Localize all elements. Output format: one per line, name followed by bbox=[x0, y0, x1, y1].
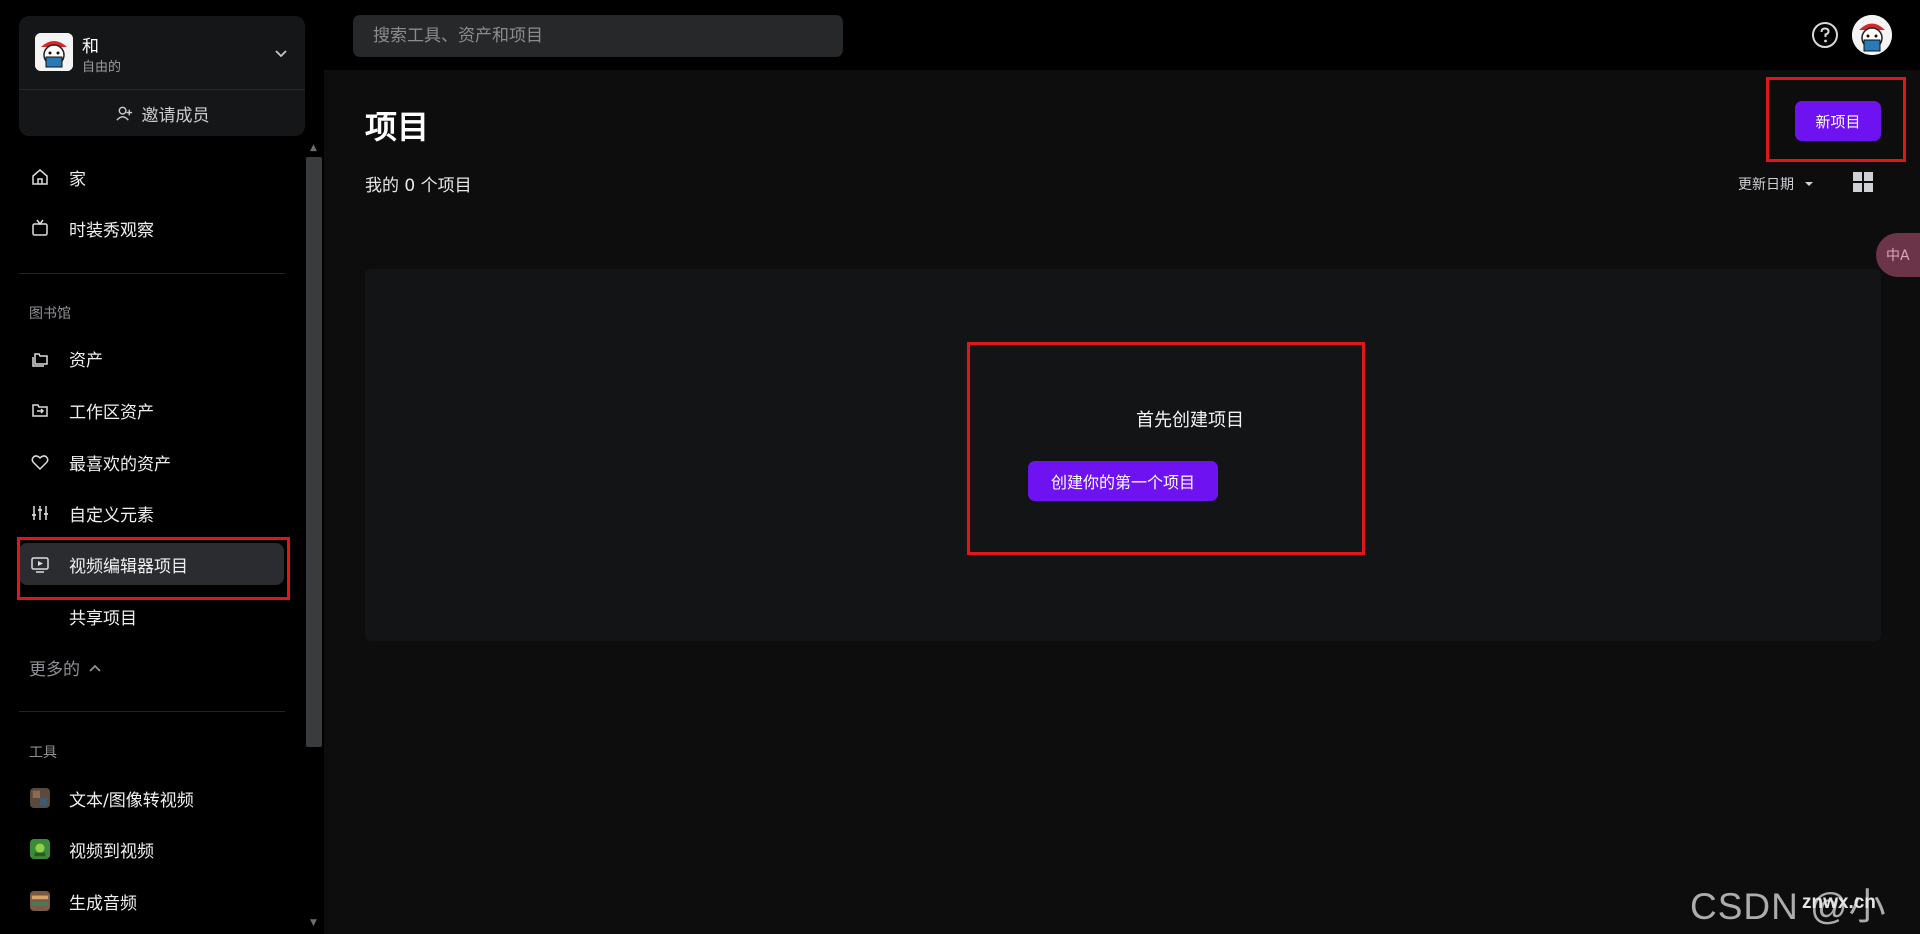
user-avatar[interactable] bbox=[1852, 15, 1892, 55]
project-count: 我的 0 个项目 bbox=[365, 176, 472, 196]
more-label: 更多的 bbox=[29, 660, 80, 680]
highlight-box-nav bbox=[17, 537, 290, 600]
workspace-card: 和 自由的 邀请成员 bbox=[19, 16, 305, 136]
sidebar-scrollbar[interactable] bbox=[306, 157, 322, 747]
nav-item-workspace-assets[interactable]: 工作区资产 bbox=[19, 389, 287, 431]
help-icon[interactable] bbox=[1811, 21, 1839, 49]
text-image-video-thumb bbox=[29, 787, 51, 809]
nav-item-text-image-to-video[interactable]: 文本/图像转视频 bbox=[19, 777, 287, 819]
nav-item-fashion-show[interactable]: 时装秀观察 bbox=[19, 207, 287, 249]
nav-label: 时装秀观察 bbox=[69, 220, 154, 241]
sidebar: 和 自由的 邀请成员 家 时装秀观察 图书馆 资产 工作区资产 最喜欢的资产 自… bbox=[0, 0, 324, 934]
nav-item-video-to-video[interactable]: 视频到视频 bbox=[19, 828, 287, 870]
nav-label: 视频到视频 bbox=[69, 841, 154, 862]
more-toggle[interactable]: 更多的 bbox=[29, 655, 102, 680]
invite-label: 邀请成员 bbox=[141, 105, 210, 126]
invite-members-button[interactable]: 邀请成员 bbox=[19, 90, 305, 136]
watermark-site: znwx.cn bbox=[1802, 892, 1876, 913]
sort-label: 更新日期 bbox=[1738, 177, 1794, 193]
sort-dropdown[interactable]: 更新日期 bbox=[1738, 174, 1814, 194]
main-content: 项目 我的 0 个项目 新项目 更新日期 中A 首先创建项目 创建你的第一个项目… bbox=[324, 70, 1920, 934]
translate-icon: 中A bbox=[1886, 248, 1910, 264]
page-title: 项目 bbox=[365, 108, 430, 146]
nav-item-favorite-assets[interactable]: 最喜欢的资产 bbox=[19, 441, 287, 483]
sliders-icon bbox=[29, 502, 51, 524]
nav-label: 资产 bbox=[69, 350, 103, 371]
nav-label: 自定义元素 bbox=[69, 505, 154, 526]
heart-icon bbox=[29, 451, 51, 473]
nav-label: 工作区资产 bbox=[69, 402, 154, 423]
audio-thumb bbox=[29, 890, 51, 912]
add-user-icon bbox=[115, 106, 132, 121]
home-icon bbox=[29, 166, 51, 188]
library-title: 图书馆 bbox=[29, 306, 71, 322]
nav-label: 共享项目 bbox=[69, 608, 137, 629]
nav-label: 最喜欢的资产 bbox=[69, 454, 171, 475]
highlight-box-empty-state bbox=[967, 342, 1365, 555]
nav-item-custom-elements[interactable]: 自定义元素 bbox=[19, 492, 287, 534]
workspace-plan: 自由的 bbox=[82, 60, 122, 75]
nav-label: 家 bbox=[69, 169, 86, 190]
grid-view-icon[interactable] bbox=[1852, 171, 1874, 193]
scroll-down-arrow[interactable]: ▼ bbox=[310, 918, 317, 928]
search-input[interactable] bbox=[353, 15, 843, 57]
chevron-up-icon bbox=[89, 664, 101, 672]
folder-share-icon bbox=[29, 399, 51, 421]
top-bar bbox=[324, 0, 1920, 70]
workspace-avatar bbox=[35, 33, 73, 71]
divider bbox=[19, 711, 285, 712]
nav-item-shared-projects[interactable]: 共享项目 bbox=[19, 595, 287, 637]
tv-icon bbox=[29, 217, 51, 239]
translate-tab[interactable]: 中A bbox=[1876, 233, 1920, 277]
nav-item-home[interactable]: 家 bbox=[19, 156, 287, 198]
tools-title: 工具 bbox=[29, 745, 57, 761]
workspace-name: 和 bbox=[82, 37, 99, 57]
video-to-video-thumb bbox=[29, 838, 51, 860]
nav-label: 生成音频 bbox=[69, 893, 137, 914]
chevron-down-icon bbox=[275, 50, 287, 58]
nav-item-generate-audio[interactable]: 生成音频 bbox=[19, 880, 287, 922]
nav-item-assets[interactable]: 资产 bbox=[19, 337, 287, 379]
nav-label: 文本/图像转视频 bbox=[69, 790, 194, 811]
highlight-box-new-project bbox=[1766, 77, 1906, 162]
caret-down-icon bbox=[1805, 182, 1813, 186]
workspace-switcher[interactable]: 和 自由的 bbox=[19, 16, 305, 90]
folders-icon bbox=[29, 347, 51, 369]
scroll-up-arrow[interactable]: ▲ bbox=[310, 143, 317, 153]
divider bbox=[19, 273, 285, 274]
